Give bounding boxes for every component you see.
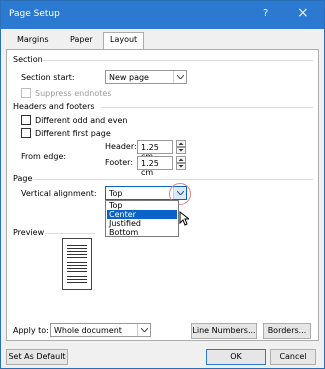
tab-margins[interactable]: Margins [11, 33, 55, 50]
footer-spin-buttons[interactable] [176, 156, 186, 170]
diff-odd-even-checkbox[interactable] [21, 115, 31, 125]
diff-odd-even-label: Different odd and even [35, 116, 128, 125]
set-as-default-button[interactable]: Set As Default [6, 349, 68, 365]
header-label: Header: [105, 142, 137, 151]
tab-layout[interactable]: Layout [103, 32, 145, 50]
section-heading: Section [13, 55, 43, 64]
from-edge-label: From edge: [21, 152, 67, 161]
apply-to-value: Whole document [54, 326, 122, 335]
footer-spin-input[interactable]: 1.25 cm [137, 156, 173, 177]
spin-down-icon[interactable] [176, 163, 186, 170]
line-numbers-button[interactable]: Line Numbers... [191, 323, 257, 339]
section-start-label: Section start: [21, 73, 75, 82]
preview-divider [45, 233, 95, 234]
chevron-down-icon[interactable] [137, 324, 150, 336]
page-preview [62, 238, 92, 290]
option-top[interactable]: Top [107, 201, 177, 210]
apply-to-label: Apply to: [13, 326, 49, 335]
option-bottom[interactable]: Bottom [107, 228, 177, 237]
vertical-alignment-options[interactable]: Top Center Justified Bottom [105, 200, 179, 237]
headers-footers-divider [101, 107, 313, 108]
mouse-cursor-icon [179, 211, 189, 226]
page-divider [33, 179, 313, 180]
option-justified[interactable]: Justified [107, 219, 177, 228]
footer-value: 1.25 cm [141, 159, 159, 177]
option-center[interactable]: Center [107, 210, 177, 219]
vertical-alignment-value: Top [109, 189, 123, 198]
borders-button[interactable]: Borders... [263, 323, 311, 339]
cancel-button[interactable]: Cancel [270, 349, 316, 365]
suppress-endnotes-label: Suppress endnotes [35, 89, 112, 98]
spin-up-icon[interactable] [176, 140, 186, 147]
footer-label: Footer: [105, 158, 134, 167]
help-button[interactable]: ? [263, 8, 268, 19]
tab-paper[interactable]: Paper [64, 33, 99, 50]
chevron-down-icon[interactable] [173, 71, 186, 83]
vertical-alignment-label: Vertical alignment: [21, 189, 97, 198]
diff-first-page-checkbox[interactable] [21, 128, 31, 138]
preview-heading: Preview [13, 228, 45, 237]
diff-first-page-label: Different first page [35, 129, 111, 138]
ok-button[interactable]: OK [206, 349, 266, 365]
header-spin-buttons[interactable] [176, 140, 186, 154]
title-bar: Page Setup ? × [1, 1, 324, 29]
section-start-select[interactable]: New page [105, 70, 187, 84]
section-start-value: New page [109, 73, 149, 82]
close-button[interactable]: × [297, 5, 309, 21]
window-title: Page Setup [9, 9, 60, 19]
section-divider [43, 60, 313, 61]
suppress-endnotes-checkbox[interactable] [21, 88, 31, 98]
spin-up-icon[interactable] [176, 156, 186, 163]
page-heading: Page [13, 174, 33, 183]
page-setup-dialog: Page Setup ? × Margins Paper Layout Sect… [0, 0, 325, 369]
header-spin-input[interactable]: 1.25 cm [137, 140, 173, 161]
headers-footers-heading: Headers and footers [13, 102, 95, 111]
apply-to-select[interactable]: Whole document [50, 323, 151, 337]
spin-down-icon[interactable] [176, 147, 186, 154]
